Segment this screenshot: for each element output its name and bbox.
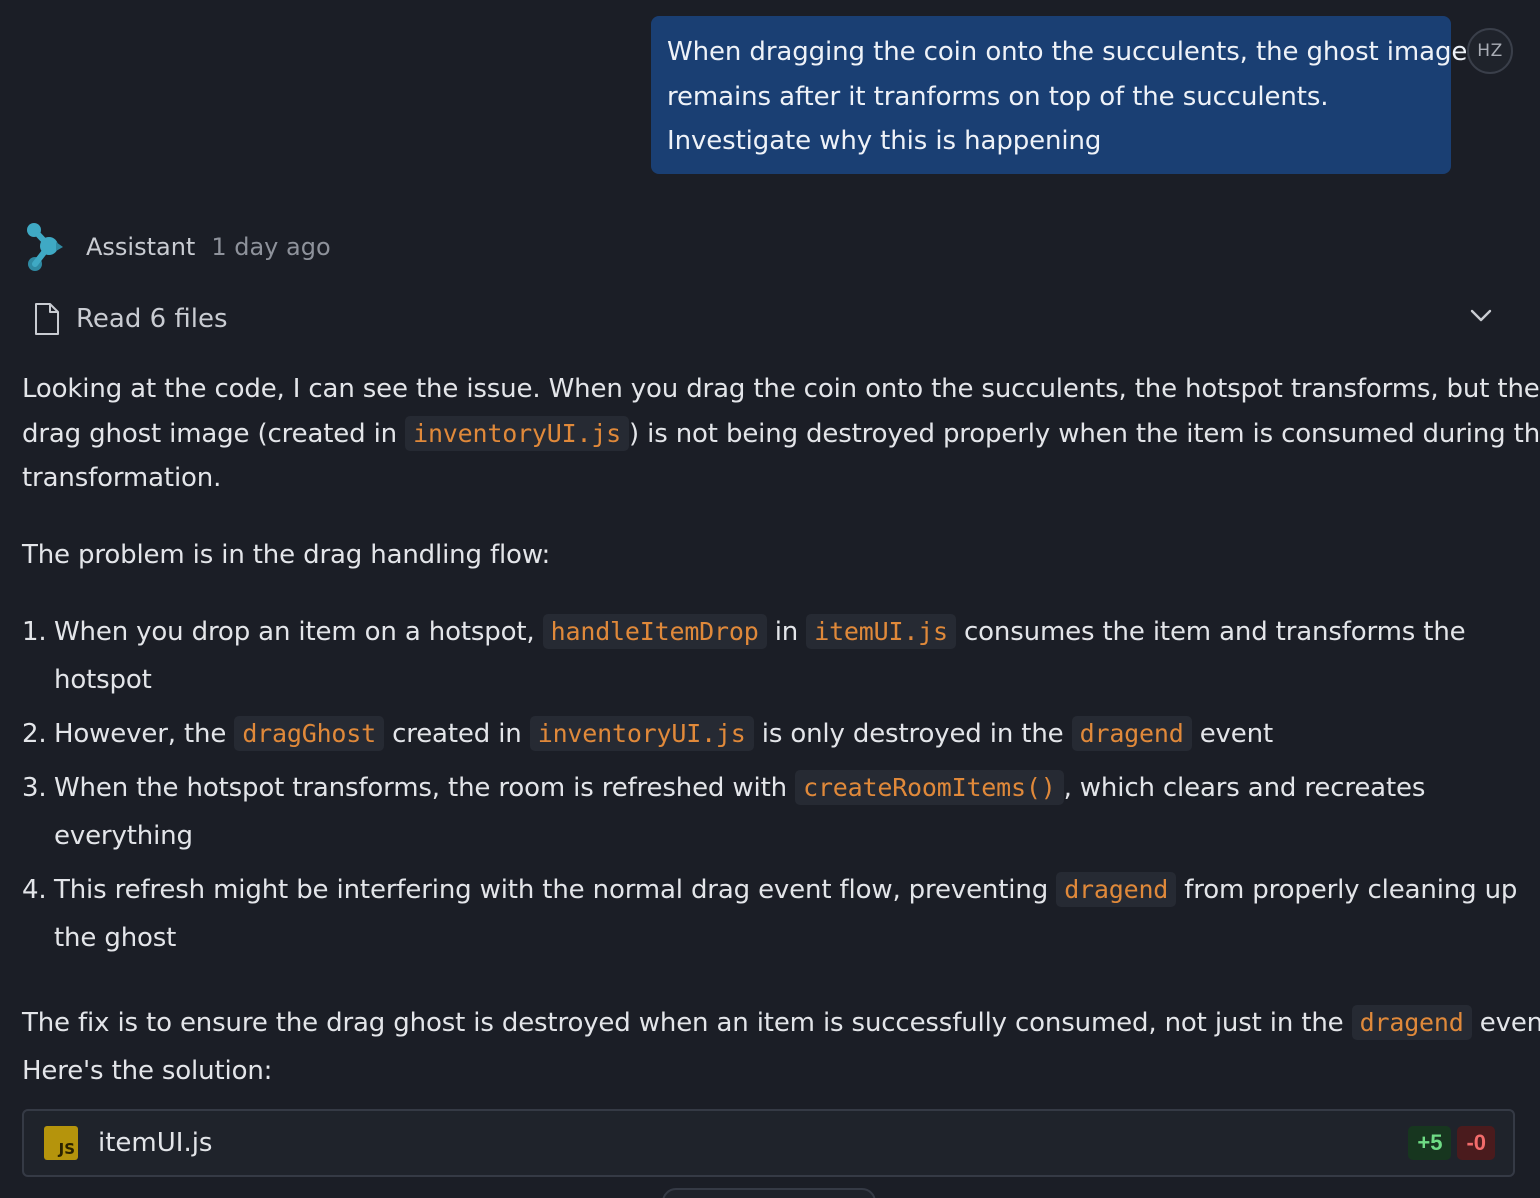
assistant-header: Assistant 1 day ago — [22, 220, 331, 274]
assistant-name: Assistant — [86, 233, 196, 261]
intro-line: drag ghost image (created in inventoryUI… — [22, 412, 1540, 457]
list-text: is only destroyed in the — [753, 719, 1072, 749]
list-text: everything — [54, 821, 193, 851]
list-text: in — [766, 617, 807, 647]
list-item: 2. However, the dragGhost created in inv… — [22, 710, 1522, 758]
user-avatar[interactable]: HZ — [1467, 28, 1513, 74]
inline-code: inventoryUI.js — [405, 415, 630, 451]
assistant-logo-icon — [27, 223, 63, 271]
scroll-to-bottom-button[interactable] — [662, 1188, 876, 1198]
problem-intro: The problem is in the drag handling flow… — [22, 533, 1522, 578]
chevron-down-icon[interactable] — [1468, 302, 1494, 328]
user-message-line: remains after it tranforms on top of the… — [667, 81, 1329, 112]
list-text: When you drop an item on a hotspot, — [54, 617, 543, 647]
list-text: hotspot — [54, 665, 152, 695]
file-icon — [35, 303, 59, 335]
list-text: When the hotspot transforms, the room is… — [54, 773, 796, 803]
read-files-label: Read 6 files — [76, 304, 228, 334]
user-message-bubble: When dragging the coin onto the succulen… — [651, 16, 1468, 174]
list-text: However, the — [54, 719, 235, 749]
user-message-line: When dragging the coin onto the succulen… — [667, 37, 1468, 67]
inline-code: dragend — [1071, 716, 1192, 751]
list-number: 3. — [22, 773, 47, 803]
fix-text: The fix is to ensure the drag ghost is d… — [22, 1008, 1352, 1038]
fix-text: Here's the solution: — [22, 1056, 273, 1086]
inline-code: createRoomItems() — [795, 770, 1064, 805]
list-item: 3. When the hotspot transforms, the room… — [22, 764, 1522, 860]
list-item: 4. This refresh might be interfering wit… — [22, 866, 1522, 962]
inline-code: handleItemDrop — [542, 614, 767, 649]
list-item: 1. When you drop an item on a hotspot, h… — [22, 608, 1522, 704]
intro-line: Looking at the code, I can see the issue… — [22, 374, 1540, 404]
inline-code: dragend — [1056, 872, 1177, 907]
intro-text: drag ghost image (created in — [22, 418, 406, 449]
inline-code: dragend — [1351, 1005, 1472, 1040]
problem-intro-text: The problem is in the drag handling flow… — [22, 540, 551, 570]
inline-code: itemUI.js — [806, 614, 956, 649]
message-timestamp: 1 day ago — [211, 233, 331, 261]
list-text: consumes the item and transforms the — [955, 617, 1466, 647]
fix-paragraph: The fix is to ensure the drag ghost is d… — [22, 999, 1540, 1095]
list-number: 4. — [22, 875, 47, 905]
list-text: , which clears and recreates — [1063, 773, 1426, 803]
lines-added-badge: +5 — [1408, 1126, 1452, 1160]
chat-view: When dragging the coin onto the succulen… — [0, 0, 1540, 1198]
user-message-line: Investigate why this is happening — [667, 126, 1102, 156]
file-name: itemUI.js — [98, 1128, 213, 1158]
list-text: from properly cleaning up — [1176, 875, 1518, 905]
inline-code: dragGhost — [234, 716, 384, 751]
fix-text: event. — [1479, 1008, 1540, 1038]
list-number: 1. — [22, 617, 47, 647]
problem-steps-list: 1. When you drop an item on a hotspot, h… — [22, 608, 1522, 968]
intro-paragraph: Looking at the code, I can see the issue… — [22, 367, 1540, 501]
read-files-toggle[interactable]: Read 6 files — [32, 298, 1502, 340]
list-text: This refresh might be interfering with t… — [54, 875, 1057, 905]
intro-line: transformation. — [22, 463, 222, 493]
list-text: created in — [383, 719, 530, 749]
inline-code: inventoryUI.js — [529, 716, 754, 751]
list-text: the ghost — [54, 923, 177, 953]
lines-removed-badge: -0 — [1457, 1126, 1495, 1160]
intro-text: ) is not being destroyed properly when t… — [629, 418, 1540, 449]
list-text: event — [1191, 719, 1274, 749]
javascript-file-icon: JS — [44, 1126, 78, 1160]
list-number: 2. — [22, 719, 47, 749]
code-file-card[interactable]: JS itemUI.js +5 -0 — [22, 1109, 1515, 1177]
